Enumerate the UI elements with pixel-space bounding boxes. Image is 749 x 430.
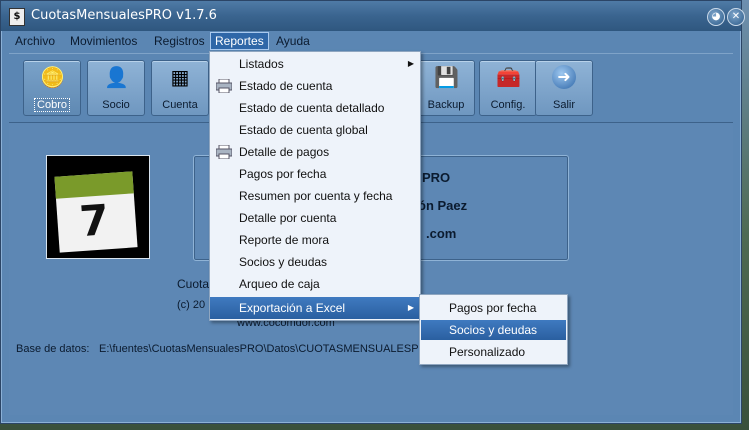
coins-hand-icon: 🪙 <box>40 65 65 89</box>
menu-reportes[interactable]: Reportes <box>210 32 269 50</box>
menu-item-detalle-de-pagos[interactable]: Detalle de pagos <box>210 141 420 163</box>
submenu-item-pagos-por-fecha[interactable]: Pagos por fecha <box>421 298 566 318</box>
config-button[interactable]: 🧰 Config. <box>479 60 537 116</box>
menu-item-resumen-por-cuenta-y-fecha[interactable]: Resumen por cuenta y fecha <box>210 185 420 207</box>
app-icon: $ <box>9 8 25 26</box>
menu-item-reporte-de-mora[interactable]: Reporte de mora <box>210 229 420 251</box>
db-label: Base de datos: <box>16 343 90 355</box>
config-label: Config. <box>490 99 526 111</box>
cobro-label: Cobro <box>34 98 70 112</box>
submenu-arrow-icon: ▶ <box>407 59 414 68</box>
reportes-dropdown: Listados ▶ Estado de cuenta Estado de cue… <box>209 51 421 321</box>
menu-item-estado-de-cuenta-detallado[interactable]: Estado de cuenta detallado <box>210 97 420 119</box>
menu-item-estado-de-cuenta[interactable]: Estado de cuenta <box>210 75 420 97</box>
submenu-item-personalizado[interactable]: Personalizado <box>421 342 566 362</box>
menu-item-estado-de-cuenta-global[interactable]: Estado de cuenta global <box>210 119 420 141</box>
menu-item-listados[interactable]: Listados ▶ <box>210 53 420 75</box>
menu-movimientos[interactable]: Movimientos <box>66 33 141 49</box>
add-sheet-icon: ▦ <box>170 65 190 89</box>
toolbox-icon: 🧰 <box>496 65 521 89</box>
printer-icon <box>216 79 232 93</box>
menu-item-pagos-por-fecha[interactable]: Pagos por fecha <box>210 163 420 185</box>
menu-registros[interactable]: Registros <box>150 33 209 49</box>
menu-item-exportacion-a-excel[interactable]: Exportación a Excel ▶ <box>210 297 420 319</box>
add-user-icon: 👤 <box>104 65 129 89</box>
export-submenu: Pagos por fecha Socios y deudas Personal… <box>419 294 568 365</box>
socio-label: Socio <box>102 99 130 111</box>
menu-item-detalle-por-cuenta[interactable]: Detalle por cuenta <box>210 207 420 229</box>
minimize-icon[interactable]: ◕ <box>707 8 725 26</box>
copyright-partial: (c) 20 <box>177 299 206 311</box>
menu-item-socios-y-deudas[interactable]: Socios y deudas <box>210 251 420 273</box>
menu-ayuda[interactable]: Ayuda <box>272 33 314 49</box>
cuenta-button[interactable]: ▦ Cuenta <box>151 60 209 116</box>
cuenta-label: Cuenta <box>162 99 198 111</box>
submenu-item-socios-y-deudas[interactable]: Socios y deudas <box>421 320 566 340</box>
exit-arrow-icon: ➜ <box>552 65 576 89</box>
backup-label: Backup <box>427 99 465 111</box>
menu-bar: Archivo Movimientos Registros Reportes A… <box>2 31 740 51</box>
socio-button[interactable]: 👤 Socio <box>87 60 145 116</box>
close-icon[interactable]: ✕ <box>727 8 745 26</box>
author-name: ón Paez <box>418 198 468 213</box>
calendar-logo: 7 <box>46 155 150 259</box>
cobro-button[interactable]: 🪙 Cobro <box>23 60 81 116</box>
menu-archivo[interactable]: Archivo <box>11 33 59 49</box>
backup-button[interactable]: 💾 Backup <box>417 60 475 116</box>
title-bar[interactable]: $ CuotasMensualesPRO v1.7.6 ◕ ✕ <box>1 1 745 31</box>
floppy-icon: 💾 <box>434 65 459 89</box>
salir-button[interactable]: ➜ Salir <box>535 60 593 116</box>
db-path: E:\fuentes\CuotasMensualesPRO\Datos\CUOT… <box>99 343 439 355</box>
salir-label: Salir <box>552 99 575 111</box>
product-name: PRO <box>422 170 451 185</box>
window-title: CuotasMensualesPRO v1.7.6 <box>31 8 217 23</box>
submenu-arrow-icon: ▶ <box>407 303 414 312</box>
about-title-partial: Cuota <box>177 277 210 291</box>
website-text: .com <box>426 226 457 241</box>
menu-item-arqueo-de-caja[interactable]: Arqueo de caja <box>210 273 420 295</box>
printer-icon <box>216 145 232 159</box>
